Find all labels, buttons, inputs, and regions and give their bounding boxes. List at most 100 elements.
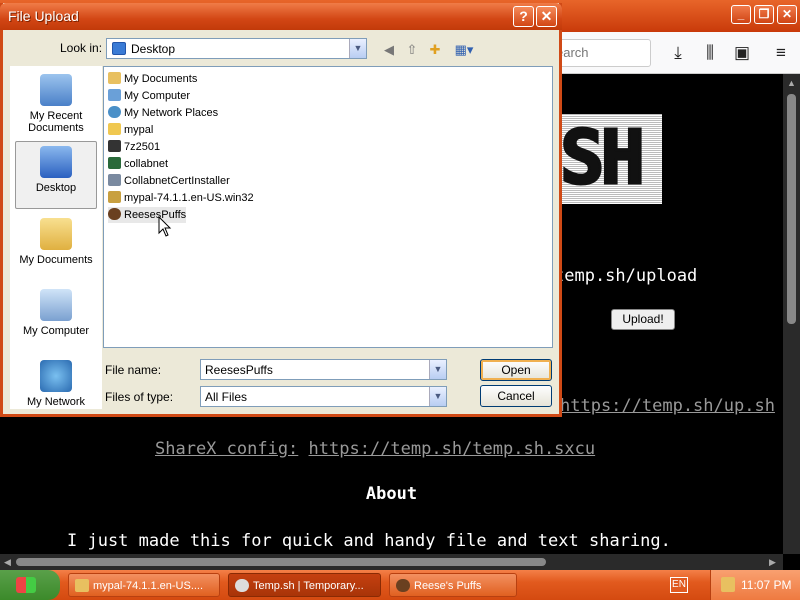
image-icon (396, 579, 410, 592)
taskbar-item-label: mypal-74.1.1.en-US.... (93, 580, 204, 592)
my-documents-icon (40, 218, 72, 250)
place-label: My Recent Documents (28, 110, 84, 134)
taskbar-item-label: Reese's Puffs (414, 580, 482, 592)
about-heading: About (365, 484, 418, 504)
place-my-network[interactable]: My Network (10, 360, 102, 408)
sharex-link[interactable]: https://temp.sh/temp.sh.sxcu (309, 439, 596, 459)
views-menu-icon[interactable]: ▦▾ (451, 41, 477, 59)
sidebar-icon[interactable]: ▣ (731, 42, 753, 64)
up-folder-icon[interactable]: ⇧ (403, 41, 421, 59)
help-button[interactable]: ? (513, 6, 534, 27)
place-my-documents[interactable]: My Documents (10, 218, 102, 266)
file-name: mypal (124, 124, 154, 136)
lookin-label: Look in: (60, 41, 103, 55)
list-item[interactable]: ReesesPuffs (108, 207, 187, 223)
horizontal-scroll-thumb[interactable] (16, 558, 546, 566)
place-my-computer[interactable]: My Computer (10, 289, 102, 337)
file-name: 7z2501 (124, 141, 161, 153)
chevron-down-icon[interactable]: ▼ (429, 360, 446, 379)
browser-icon (235, 579, 249, 592)
filetype-dropdown[interactable]: All Files ▼ (200, 386, 447, 407)
file-list[interactable]: My Documents My Computer My Network Plac… (103, 66, 553, 348)
place-desktop[interactable]: Desktop (15, 141, 97, 209)
start-button[interactable] (0, 570, 60, 600)
list-item[interactable]: 7z2501 (108, 139, 160, 155)
minimize-button[interactable]: _ (731, 5, 751, 24)
taskbar-item-label: Temp.sh | Temporary... (253, 580, 364, 592)
archive-icon (75, 579, 89, 592)
vertical-scrollbar[interactable]: ▲ (783, 74, 800, 554)
filetype-label: Files of type: (105, 390, 174, 404)
windows-logo-icon (16, 577, 36, 593)
network-icon (108, 106, 121, 118)
place-label: My Computer (22, 325, 90, 337)
list-item[interactable]: My Documents (108, 71, 197, 87)
chevron-down-icon[interactable]: ▼ (429, 387, 446, 406)
scroll-right-icon[interactable]: ▶ (769, 557, 776, 568)
place-recent-documents[interactable]: My Recent Documents (10, 74, 102, 134)
taskbar-item-active[interactable]: Temp.sh | Temporary... (228, 573, 381, 597)
file-name: My Documents (124, 73, 198, 85)
lookin-value: Desktop (131, 42, 176, 56)
sharex-config: ShareX config: https://temp.sh/temp.sh.s… (155, 439, 595, 459)
archive-icon (108, 191, 121, 203)
scroll-left-icon[interactable]: ◀ (4, 557, 11, 568)
file-upload-dialog: File Upload ? ✕ Look in: Desktop ▼ ◀ ⇧ ✚… (0, 3, 562, 417)
dialog-titlebar[interactable]: File Upload ? ✕ (0, 3, 562, 30)
clock: 11:07 PM (741, 578, 792, 592)
place-label: My Documents (19, 254, 93, 266)
lookin-dropdown[interactable]: Desktop ▼ (106, 38, 367, 59)
horizontal-scrollbar[interactable]: ◀ ▶ (0, 554, 783, 570)
upload-button[interactable]: Upload! (611, 309, 675, 330)
desktop-icon (112, 42, 126, 55)
folder-icon (108, 123, 121, 135)
desktop-icon (40, 146, 72, 178)
tray-app-icon[interactable] (721, 577, 735, 592)
curl-script-link[interactable]: https://temp.sh/up.sh (560, 396, 775, 416)
place-label: My Network (26, 396, 86, 408)
taskbar-item[interactable]: mypal-74.1.1.en-US.... (68, 573, 220, 597)
close-button[interactable]: ✕ (777, 5, 797, 24)
chevron-down-icon[interactable]: ▼ (349, 39, 366, 58)
place-label: Desktop (35, 182, 77, 194)
back-icon[interactable]: ◀ (380, 41, 398, 59)
file-name: CollabnetCertInstaller (124, 175, 230, 187)
recent-documents-icon (40, 74, 72, 106)
computer-icon (108, 89, 121, 101)
7zip-icon (108, 140, 121, 152)
list-item[interactable]: My Computer (108, 88, 190, 104)
open-button[interactable]: Open (480, 359, 552, 381)
list-item[interactable]: CollabnetCertInstaller (108, 173, 230, 189)
restore-button[interactable]: ❐ (754, 5, 774, 24)
list-item[interactable]: mypal-74.1.1.en-US.win32 (108, 190, 254, 206)
system-tray: 11:07 PM (710, 570, 800, 600)
dialog-close-button[interactable]: ✕ (536, 6, 557, 27)
language-indicator[interactable]: EN (670, 577, 688, 593)
taskbar-item[interactable]: Reese's Puffs (389, 573, 517, 597)
vertical-scroll-thumb[interactable] (787, 94, 796, 324)
filename-input[interactable]: ReesesPuffs ▼ (200, 359, 447, 380)
filename-label: File name: (105, 363, 162, 377)
cancel-button[interactable]: Cancel (480, 385, 552, 407)
my-network-icon (40, 360, 72, 392)
scroll-up-icon[interactable]: ▲ (787, 78, 796, 88)
download-icon[interactable]: ⤓ (667, 42, 689, 64)
file-name: My Computer (124, 90, 191, 102)
file-name: My Network Places (124, 107, 219, 119)
mouse-cursor-icon (158, 216, 172, 237)
sharex-label: ShareX config: (155, 439, 299, 459)
library-icon[interactable]: ⫼ (699, 42, 721, 64)
shortcut-icon (108, 157, 121, 169)
file-name: ReesesPuffs (124, 209, 187, 221)
taskbar: mypal-74.1.1.en-US.... Temp.sh | Tempora… (0, 570, 800, 600)
folder-docs-icon (108, 72, 121, 84)
about-text: I just made this for quick and handy fil… (67, 531, 671, 551)
new-folder-icon[interactable]: ✚ (426, 41, 444, 59)
list-item[interactable]: mypal (108, 122, 153, 138)
filetype-value: All Files (205, 390, 248, 404)
list-item[interactable]: collabnet (108, 156, 168, 172)
file-name: mypal-74.1.1.en-US.win32 (124, 192, 254, 204)
list-item[interactable]: My Network Places (108, 105, 218, 121)
menu-icon[interactable]: ≡ (770, 42, 792, 64)
dialog-title: File Upload (8, 8, 79, 24)
